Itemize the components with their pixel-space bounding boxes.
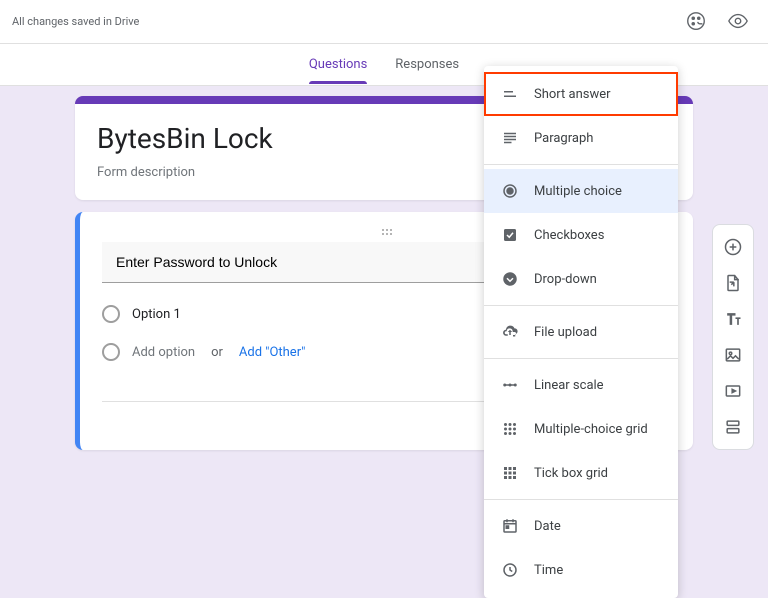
add-image-icon[interactable] (717, 339, 749, 371)
save-status: All changes saved in Drive (12, 15, 139, 28)
question-type-dropdown: Short answer Paragraph Multiple choice C… (484, 66, 678, 598)
radio-checked-icon (500, 181, 520, 201)
radio-icon (102, 343, 120, 361)
palette-icon[interactable] (684, 9, 708, 33)
tab-responses[interactable]: Responses (395, 45, 459, 84)
dropdown-separator (484, 164, 678, 165)
dropdown-item-linear-scale[interactable]: Linear scale (484, 363, 678, 407)
dropdown-item-date[interactable]: Date (484, 504, 678, 548)
tab-questions[interactable]: Questions (309, 45, 367, 84)
short-answer-icon (500, 84, 520, 104)
grid-circles-icon (500, 419, 520, 439)
option-text[interactable]: Option 1 (132, 307, 181, 322)
dropdown-label: Checkboxes (534, 228, 604, 243)
dropdown-label: Multiple choice (534, 184, 622, 199)
add-video-icon[interactable] (717, 375, 749, 407)
dropdown-label: Drop-down (534, 272, 597, 287)
top-bar: All changes saved in Drive (0, 0, 768, 44)
dropdown-item-short-answer[interactable]: Short answer (484, 72, 678, 116)
dropdown-item-multiple-choice[interactable]: Multiple choice (484, 169, 678, 213)
dropdown-label: Time (534, 563, 563, 578)
dropdown-separator (484, 358, 678, 359)
clock-icon (500, 560, 520, 580)
dropdown-label: File upload (534, 325, 597, 340)
add-title-icon[interactable] (717, 303, 749, 335)
checkbox-icon (500, 225, 520, 245)
dropdown-icon (500, 269, 520, 289)
calendar-icon (500, 516, 520, 536)
dropdown-item-paragraph[interactable]: Paragraph (484, 116, 678, 160)
linear-scale-icon (500, 375, 520, 395)
grid-squares-icon (500, 463, 520, 483)
preview-icon[interactable] (726, 9, 750, 33)
import-question-icon[interactable] (717, 267, 749, 299)
dropdown-separator (484, 499, 678, 500)
cloud-upload-icon (500, 322, 520, 342)
dropdown-separator (484, 305, 678, 306)
dropdown-label: Tick box grid (534, 466, 608, 481)
add-other-link[interactable]: Add "Other" (239, 345, 305, 360)
add-option-label[interactable]: Add option (132, 345, 195, 360)
dropdown-item-time[interactable]: Time (484, 548, 678, 592)
dropdown-item-dropdown[interactable]: Drop-down (484, 257, 678, 301)
or-label: or (211, 345, 223, 360)
dropdown-item-checkboxes[interactable]: Checkboxes (484, 213, 678, 257)
add-section-icon[interactable] (717, 411, 749, 443)
dropdown-item-file-upload[interactable]: File upload (484, 310, 678, 354)
dropdown-item-tick-grid[interactable]: Tick box grid (484, 451, 678, 495)
dropdown-label: Linear scale (534, 378, 604, 393)
dropdown-label: Multiple-choice grid (534, 422, 648, 437)
dropdown-label: Short answer (534, 87, 611, 102)
add-question-icon[interactable] (717, 231, 749, 263)
side-toolbar (712, 224, 754, 450)
dropdown-item-mc-grid[interactable]: Multiple-choice grid (484, 407, 678, 451)
radio-icon (102, 305, 120, 323)
paragraph-icon (500, 128, 520, 148)
dropdown-label: Date (534, 519, 561, 534)
dropdown-label: Paragraph (534, 131, 593, 146)
